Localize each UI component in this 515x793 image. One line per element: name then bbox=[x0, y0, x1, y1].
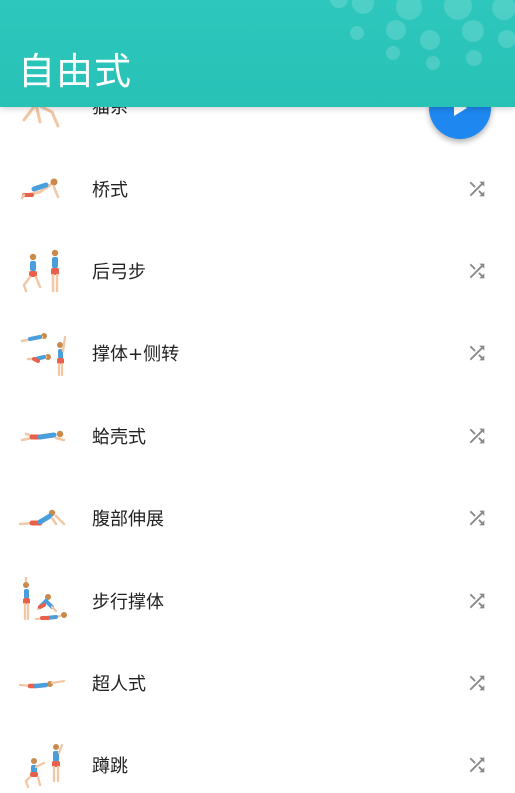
exercise-label: 蹲跳 bbox=[92, 756, 128, 778]
list-item[interactable]: 超人式 bbox=[0, 642, 515, 724]
header-bubble-decoration bbox=[386, 46, 400, 60]
header-bubble-decoration bbox=[396, 0, 422, 20]
exercise-thumbnail bbox=[20, 333, 67, 377]
exercise-list: 猫系 桥式 后弓步 撑体+侧转 蛤壳式 腹部伸展 步行撑体 超人式 蹲跳 bbox=[0, 65, 515, 793]
header-bubble-decoration bbox=[426, 56, 440, 70]
list-item[interactable]: 后弓步 bbox=[0, 230, 515, 312]
header-bubble-decoration bbox=[462, 20, 484, 42]
workout-screen: 自由式 猫系 桥式 后弓步 撑体+侧转 蛤壳式 腹部伸展 步行撑体 超人式 蹲跳 bbox=[0, 0, 515, 793]
exercise-label: 后弓步 bbox=[92, 261, 146, 283]
header-bubble-decoration bbox=[466, 50, 482, 66]
exercise-thumbnail bbox=[18, 509, 66, 526]
list-item[interactable]: 腹部伸展 bbox=[0, 477, 515, 559]
header-bubble-decoration bbox=[330, 0, 348, 8]
shuffle-icon[interactable] bbox=[466, 260, 488, 282]
shuffle-icon[interactable] bbox=[466, 672, 488, 694]
header-bubble-decoration bbox=[492, 0, 515, 20]
header-bubble-decoration bbox=[444, 0, 472, 20]
header-bubble-decoration bbox=[498, 30, 515, 48]
exercise-thumbnail bbox=[24, 744, 64, 789]
app-header: 自由式 bbox=[0, 0, 515, 107]
header-bubble-decoration bbox=[420, 30, 440, 50]
list-item[interactable]: 步行撑体 bbox=[0, 559, 515, 641]
list-item[interactable]: 蹲跳 bbox=[0, 724, 515, 793]
header-bubble-decoration bbox=[386, 20, 406, 40]
shuffle-icon[interactable] bbox=[466, 754, 488, 776]
exercise-label: 步行撑体 bbox=[92, 591, 164, 613]
shuffle-icon[interactable] bbox=[466, 425, 488, 447]
list-item[interactable]: 蛤壳式 bbox=[0, 395, 515, 477]
header-bubble-decoration bbox=[350, 26, 364, 40]
exercise-thumbnail bbox=[20, 430, 66, 441]
exercise-label: 蛤壳式 bbox=[92, 426, 146, 448]
exercise-label: 腹部伸展 bbox=[92, 509, 164, 531]
shuffle-icon[interactable] bbox=[466, 342, 488, 364]
shuffle-icon[interactable] bbox=[466, 507, 488, 529]
shuffle-icon[interactable] bbox=[466, 178, 488, 200]
exercise-label: 桥式 bbox=[92, 179, 128, 201]
page-title: 自由式 bbox=[18, 50, 132, 93]
exercise-thumbnail bbox=[22, 249, 59, 293]
exercise-thumbnail bbox=[20, 178, 60, 199]
header-bubble-decoration bbox=[352, 0, 374, 14]
exercise-thumbnail bbox=[18, 679, 66, 689]
exercise-label: 撑体+侧转 bbox=[92, 344, 180, 366]
shuffle-icon[interactable] bbox=[466, 590, 488, 612]
list-item[interactable]: 撑体+侧转 bbox=[0, 312, 515, 394]
exercise-thumbnail bbox=[23, 576, 67, 620]
exercise-label: 超人式 bbox=[92, 673, 146, 695]
list-item[interactable]: 桥式 bbox=[0, 147, 515, 229]
